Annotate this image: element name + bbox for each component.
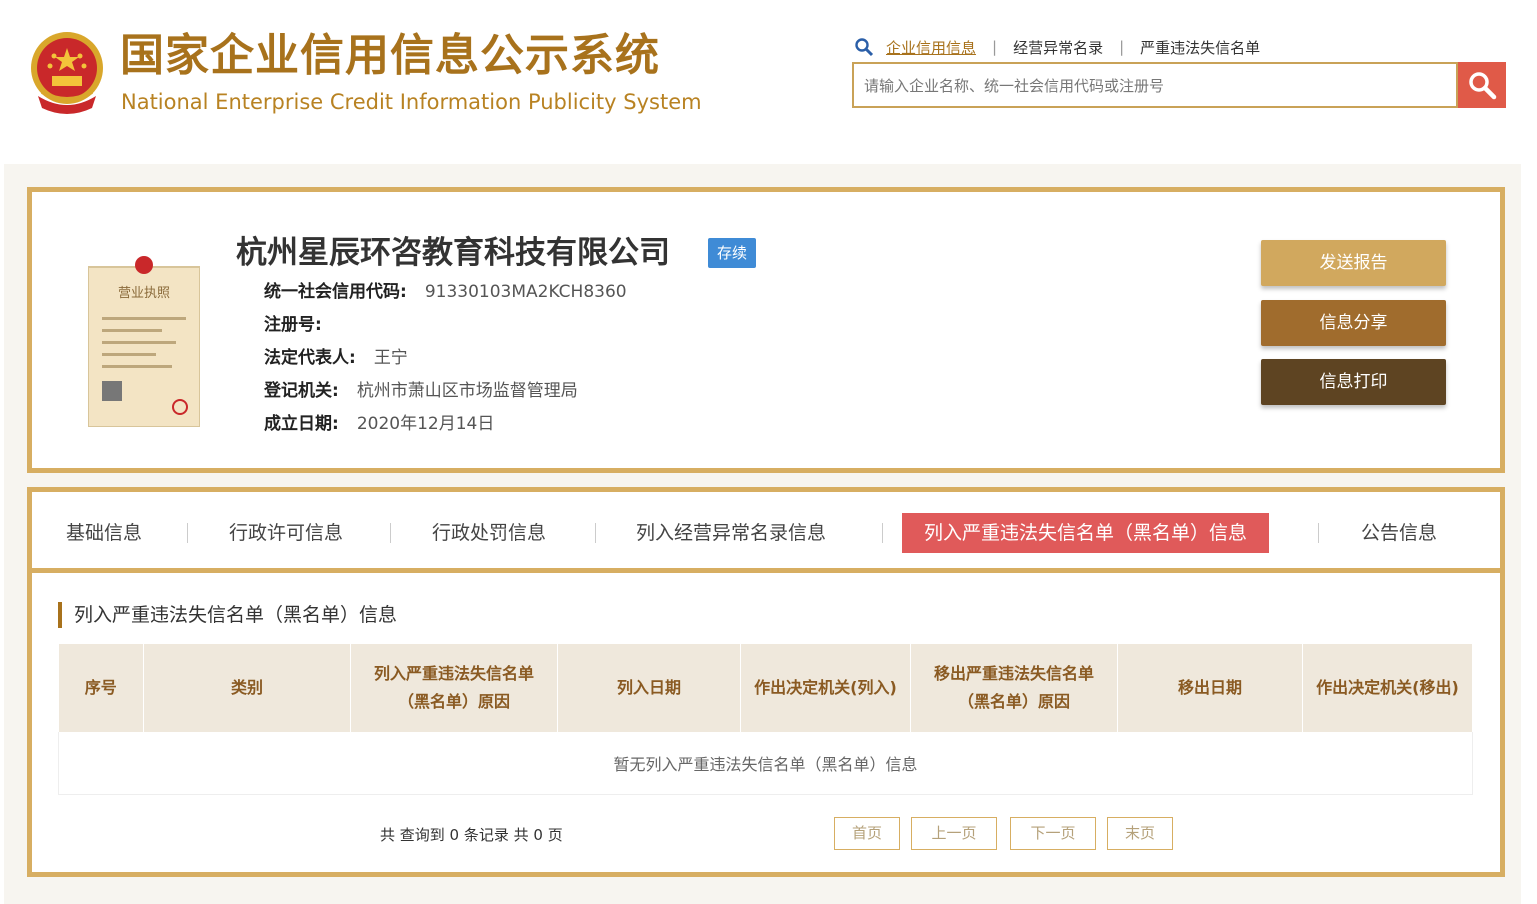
site-title: 国家企业信用信息公示系统 <box>120 30 660 81</box>
company-name: 杭州星辰环咨教育科技有限公司 <box>236 235 670 271</box>
column-header: 列入日期 <box>557 644 741 732</box>
info-label: 统一社会信用代码: <box>264 282 407 302</box>
info-reg-number: 注册号: <box>264 313 340 337</box>
blacklist-table: 序号 类别 列入严重违法失信名单（黑名单）原因 列入日期 作出决定机关(列入) … <box>58 644 1473 795</box>
link-divider: | <box>992 38 998 56</box>
column-header: 移出日期 <box>1117 644 1303 732</box>
tab-basic-info[interactable]: 基础信息 <box>66 513 142 553</box>
tab-divider <box>390 523 391 543</box>
search-icon <box>1469 72 1497 100</box>
link-divider: | <box>1119 38 1125 56</box>
search-button[interactable] <box>1458 62 1506 108</box>
column-header: 序号 <box>58 644 144 732</box>
column-header: 作出决定机关(列入) <box>740 644 911 732</box>
tab-blacklist[interactable]: 列入严重违法失信名单（黑名单）信息 <box>902 513 1270 553</box>
info-reg-authority: 登记机关: 杭州市萧山区市场监督管理局 <box>264 379 578 403</box>
info-legal-rep: 法定代表人: 王宁 <box>264 346 408 370</box>
info-credit-code: 统一社会信用代码: 91330103MA2KCH8360 <box>264 280 627 304</box>
section-title: 列入严重违法失信名单（黑名单）信息 <box>58 602 397 628</box>
national-emblem-icon <box>31 32 103 114</box>
tab-divider <box>1318 523 1319 543</box>
svg-text:营业执照: 营业执照 <box>118 286 170 301</box>
site-subtitle: National Enterprise Credit Information P… <box>121 90 702 114</box>
info-value: 王宁 <box>373 348 408 368</box>
table-header-row: 序号 类别 列入严重违法失信名单（黑名单）原因 列入日期 作出决定机关(列入) … <box>58 644 1473 732</box>
search-input[interactable]: 请输入企业名称、统一社会信用代码或注册号 <box>852 62 1458 108</box>
top-links: 企业信用信息 | 经营异常名录 | 严重违法失信名单 <box>854 36 1260 58</box>
last-page-button[interactable]: 末页 <box>1107 817 1173 850</box>
send-report-button[interactable]: 发送报告 <box>1261 240 1446 286</box>
pager-info: 共 查询到 0 条记录 共 0 页 <box>380 826 563 844</box>
tab-admin-penalty[interactable]: 行政处罚信息 <box>432 513 546 553</box>
link-enterprise-credit[interactable]: 企业信用信息 <box>886 37 976 58</box>
link-blacklist[interactable]: 严重违法失信名单 <box>1140 37 1260 58</box>
share-info-button[interactable]: 信息分享 <box>1261 300 1446 346</box>
print-info-button[interactable]: 信息打印 <box>1261 359 1446 405</box>
business-license-icon: 营业执照 <box>88 256 200 427</box>
link-abnormal-list[interactable]: 经营异常名录 <box>1013 37 1103 58</box>
info-label: 注册号: <box>264 315 322 335</box>
empty-message: 暂无列入严重违法失信名单（黑名单）信息 <box>58 732 1473 795</box>
first-page-button[interactable]: 首页 <box>834 817 900 850</box>
next-page-button[interactable]: 下一页 <box>1010 817 1096 850</box>
column-header: 移出严重违法失信名单（黑名单）原因 <box>910 644 1118 732</box>
tab-divider <box>882 523 883 543</box>
column-header: 类别 <box>143 644 351 732</box>
info-value: 杭州市萧山区市场监督管理局 <box>356 381 578 401</box>
info-value: 2020年12月14日 <box>356 414 495 434</box>
table-row: 暂无列入严重违法失信名单（黑名单）信息 <box>58 732 1473 795</box>
search-icon <box>855 38 874 57</box>
column-header: 作出决定机关(移出) <box>1302 644 1473 732</box>
info-value: 91330103MA2KCH8360 <box>424 282 627 302</box>
info-establish-date: 成立日期: 2020年12月14日 <box>264 412 494 436</box>
info-label: 成立日期: <box>264 414 339 434</box>
info-label: 登记机关: <box>264 381 339 401</box>
tab-abnormal-list[interactable]: 列入经营异常名录信息 <box>636 513 826 553</box>
tab-divider <box>595 523 596 543</box>
tab-admin-license[interactable]: 行政许可信息 <box>229 513 343 553</box>
prev-page-button[interactable]: 上一页 <box>911 817 997 850</box>
tab-divider <box>187 523 188 543</box>
tab-announcements[interactable]: 公告信息 <box>1361 513 1437 553</box>
status-badge: 存续 <box>708 238 756 268</box>
info-label: 法定代表人: <box>264 348 356 368</box>
column-header: 列入严重违法失信名单（黑名单）原因 <box>350 644 558 732</box>
